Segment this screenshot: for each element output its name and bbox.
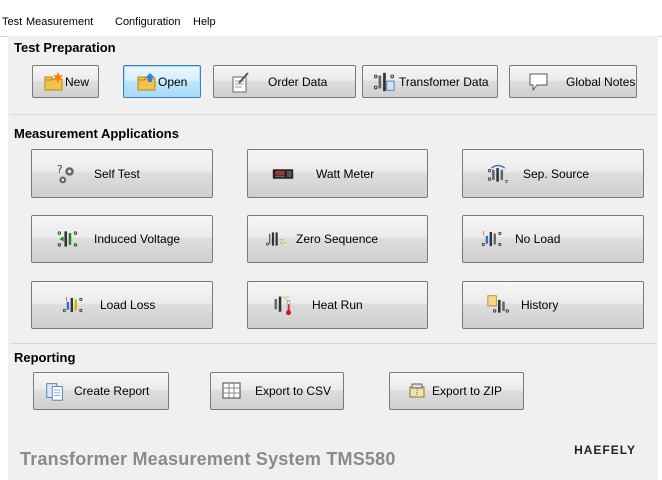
- watt-meter-label: Watt Meter: [316, 166, 375, 181]
- menu-measurement[interactable]: Measurement: [26, 16, 93, 28]
- zip-archive-icon: [406, 380, 428, 402]
- zero-sequence-button[interactable]: Z₀ Zero Sequence: [247, 215, 428, 263]
- new-file-icon: [43, 71, 65, 93]
- induced-voltage-button[interactable]: Induced Voltage: [31, 215, 213, 263]
- self-test-label: Self Test: [94, 166, 140, 181]
- divider: [10, 114, 656, 115]
- transformer-data-label: Transfomer Data: [399, 74, 489, 89]
- new-button[interactable]: New: [32, 65, 99, 98]
- self-test-button[interactable]: ? Self Test: [31, 149, 213, 198]
- transformer-loadloss-icon: I: [62, 294, 84, 316]
- table-grid-icon: [221, 380, 243, 402]
- menu-configuration[interactable]: Configuration: [115, 16, 180, 28]
- svg-text:?: ?: [57, 163, 63, 176]
- history-button[interactable]: History: [462, 281, 644, 329]
- create-report-label: Create Report: [74, 384, 150, 398]
- watt-meter-button[interactable]: Watt Meter: [247, 149, 428, 198]
- load-loss-label: Load Loss: [100, 298, 156, 312]
- history-label: History: [521, 298, 559, 312]
- menu-bar: Test Measurement Configuration Help: [0, 10, 662, 37]
- export-csv-button[interactable]: Export to CSV: [210, 372, 344, 410]
- divider: [10, 343, 656, 344]
- open-label: Open: [158, 74, 188, 89]
- system-title: Transformer Measurement System TMS580: [20, 449, 396, 469]
- heat-run-button[interactable]: °C Heat Run: [247, 281, 428, 329]
- report-icon: [44, 380, 66, 402]
- test-preparation-title: Test Preparation: [14, 40, 116, 55]
- transformer-history-icon: [487, 294, 509, 316]
- reporting-title: Reporting: [14, 350, 76, 365]
- brand-logo: HAEFELY: [574, 443, 636, 457]
- new-label: New: [65, 74, 90, 89]
- load-loss-button[interactable]: I Load Loss: [31, 281, 213, 329]
- main-panel: Test Preparation New Open Order Data Tra…: [8, 36, 658, 480]
- meter-device-icon: [272, 163, 294, 185]
- transformer-noload-icon: I: [481, 228, 503, 250]
- no-load-button[interactable]: I No Load: [462, 215, 644, 263]
- create-report-button[interactable]: Create Report: [33, 372, 169, 410]
- measurement-applications-title: Measurement Applications: [14, 126, 179, 141]
- transformer-data-button[interactable]: Transfomer Data: [362, 65, 498, 98]
- induced-voltage-label: Induced Voltage: [94, 232, 181, 246]
- transformer-arrow-icon: [56, 228, 78, 250]
- global-notes-button[interactable]: Global Notes: [509, 65, 637, 98]
- order-data-button[interactable]: Order Data: [213, 65, 356, 98]
- document-pencil-icon: [230, 71, 252, 93]
- export-csv-label: Export to CSV: [255, 384, 332, 398]
- transformer-thermometer-icon: °C: [272, 294, 294, 316]
- sep-source-label: Sep. Source: [523, 166, 590, 181]
- zero-sequence-label: Zero Sequence: [296, 232, 379, 246]
- transformer-zero-icon: Z₀: [266, 228, 288, 250]
- open-button[interactable]: Open: [123, 65, 201, 98]
- transformer-source-icon: [487, 163, 509, 185]
- sep-source-button[interactable]: Sep. Source: [462, 149, 644, 198]
- speech-bubble-icon: [528, 71, 550, 93]
- order-data-label: Order Data: [268, 74, 328, 89]
- open-folder-icon: [136, 71, 158, 93]
- no-load-label: No Load: [515, 232, 561, 246]
- global-notes-label: Global Notes: [566, 74, 636, 89]
- gears-question-icon: ?: [56, 163, 78, 185]
- svg-text:Z₀: Z₀: [279, 238, 287, 246]
- export-zip-button[interactable]: Export to ZIP: [389, 372, 524, 410]
- export-zip-label: Export to ZIP: [432, 384, 503, 398]
- footer: Transformer Measurement System TMS580 HA…: [8, 433, 658, 473]
- menu-help[interactable]: Help: [193, 16, 216, 28]
- heat-run-label: Heat Run: [312, 298, 363, 312]
- svg-text:I: I: [483, 231, 485, 237]
- menu-test[interactable]: Test: [2, 16, 22, 28]
- transformer-document-icon: [373, 71, 395, 93]
